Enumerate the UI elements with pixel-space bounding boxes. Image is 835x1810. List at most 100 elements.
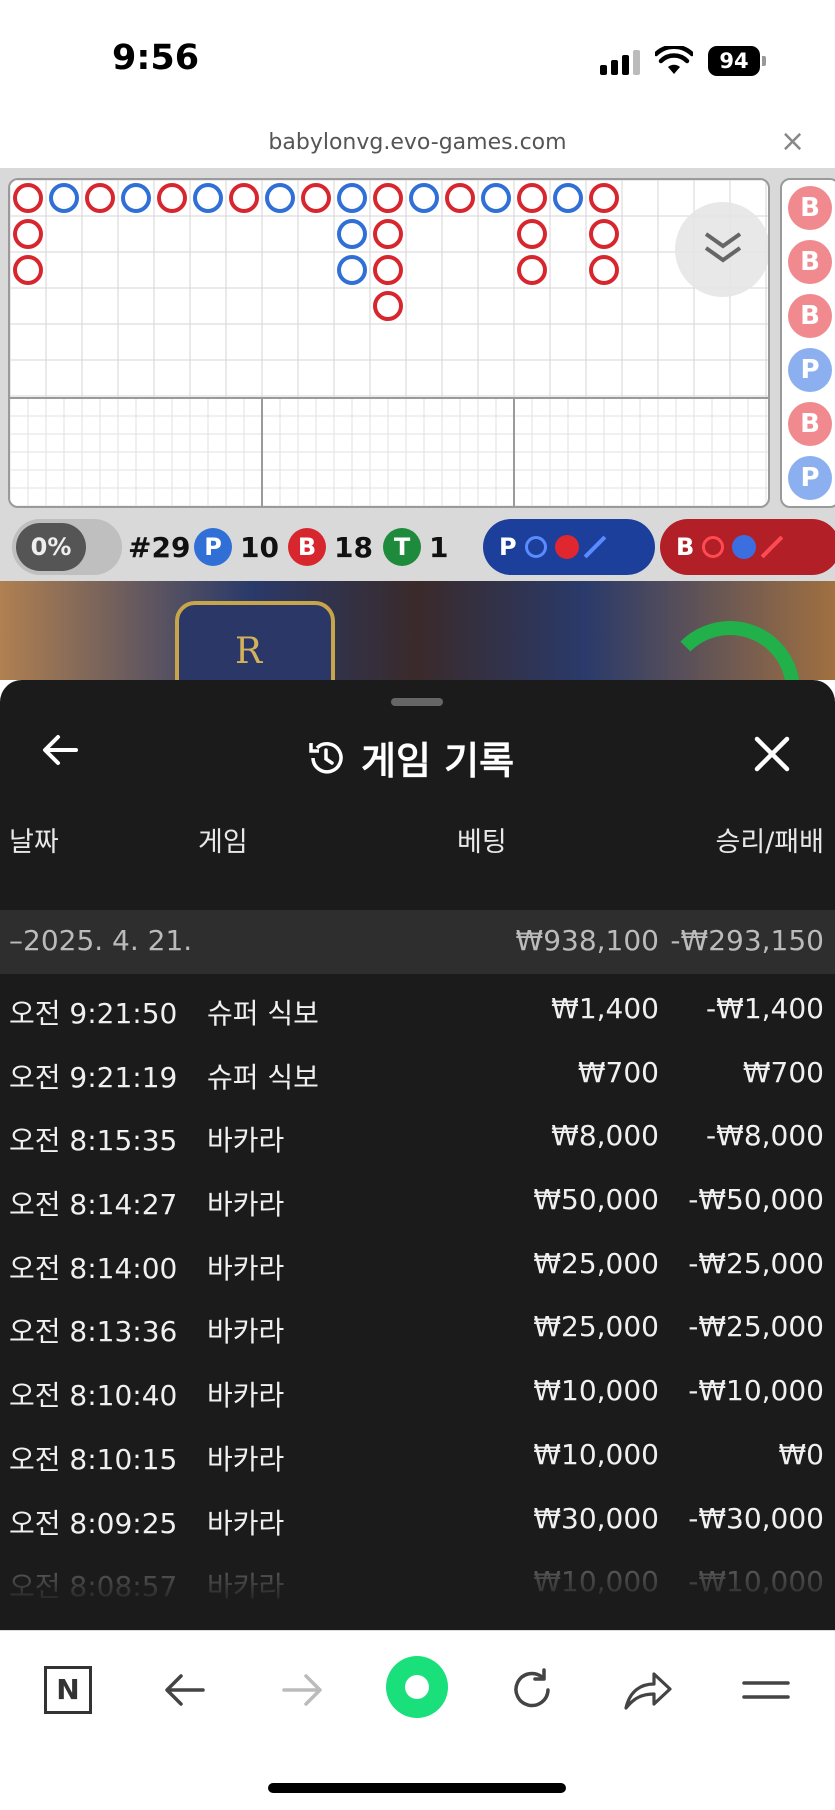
row-bet: ₩700 [577,1055,659,1089]
big-road-mark [373,183,403,213]
wifi-icon [655,46,693,74]
reload-icon [514,1668,550,1708]
row-bet: ₩10,000 [533,1437,659,1471]
chevron-down-icon [704,232,741,263]
back-nav-button[interactable] [160,1661,210,1719]
row-game: 바카라 [207,1315,285,1349]
big-road-mark [445,183,475,213]
player-predict-button[interactable]: P [483,519,655,575]
blue-dot-icon [732,535,757,559]
big-road-mark [589,183,619,213]
history-row[interactable]: 오전 9:21:50 슈퍼 식보 ₩1,400 -₩1,400 [0,978,835,1042]
home-button[interactable] [385,1656,449,1718]
history-row[interactable]: 오전 8:14:27 바카라 ₩50,000 -₩50,000 [0,1169,835,1233]
row-result: -₩10,000 [688,1374,824,1408]
fade-out [0,1540,835,1630]
naver-icon: N [44,1666,92,1714]
back-button[interactable] [40,730,80,780]
col-bet: 베팅 [457,827,507,858]
date-summary-row[interactable]: –2025. 4. 21. ₩938,100 -₩293,150 [0,910,835,974]
row-time: 오전 8:09:25 [9,1506,178,1540]
history-icon [309,741,343,774]
url-text[interactable]: babylonvg.evo-games.com [0,130,835,155]
live-video: R [0,581,835,680]
forward-icon [282,1674,322,1706]
player-predict-label: P [499,533,517,561]
big-road-mark [121,183,151,213]
naver-button[interactable]: N [42,1661,94,1719]
red-dot-icon [554,535,579,559]
close-tab-icon[interactable]: × [780,124,805,159]
big-road-mark [481,183,511,213]
history-row[interactable]: 오전 8:10:40 바카라 ₩10,000 -₩10,000 [0,1360,835,1424]
red-ring-icon [702,536,725,558]
scoreboard-roads [8,178,770,508]
big-road-mark [517,219,547,249]
big-road-mark [553,183,583,213]
row-game: 바카라 [207,1442,285,1476]
share-button[interactable] [622,1661,674,1719]
forward-nav-button[interactable] [277,1661,327,1719]
big-road-mark [229,183,259,213]
banker-predict-label: B [676,533,695,561]
close-button[interactable] [752,724,792,785]
big-road-mark [337,219,367,249]
home-icon [386,1656,448,1718]
big-road-mark [517,183,547,213]
signal-icon [600,50,640,75]
percent-toggle-label: 0% [16,523,86,571]
row-time: 오전 8:15:35 [9,1124,178,1158]
row-result: -₩50,000 [688,1183,824,1217]
percent-toggle[interactable]: 0% [12,519,122,575]
side-road-ball: B [788,402,832,446]
blue-ring-icon [524,536,547,558]
big-road-mark [589,219,619,249]
summary-date: –2025. 4. 21. [9,924,193,957]
history-row[interactable]: 오전 9:21:19 슈퍼 식보 ₩700 ₩700 [0,1042,835,1106]
history-row[interactable]: 오전 8:15:35 바카라 ₩8,000 -₩8,000 [0,1105,835,1169]
big-road-mark [517,255,547,285]
row-time: 오전 8:14:00 [9,1251,178,1285]
banker-predict-button[interactable]: B [660,519,835,575]
red-slash-icon [760,535,784,559]
status-time: 9:56 [112,38,200,78]
row-bet: ₩30,000 [533,1501,659,1535]
row-game: 바카라 [207,1379,285,1413]
status-bar: 9:56 94 [0,0,835,120]
row-game: 바카라 [207,1251,285,1285]
row-time: 오전 8:14:27 [9,1188,178,1222]
history-row[interactable]: 오전 8:10:15 바카라 ₩10,000 ₩0 [0,1424,835,1488]
url-bar[interactable]: babylonvg.evo-games.com × [0,120,835,168]
col-date: 날짜 [9,827,59,858]
row-time: 오전 9:21:19 [9,1060,178,1094]
history-row[interactable]: 오전 8:13:36 바카라 ₩25,000 -₩25,000 [0,1296,835,1360]
col-result: 승리/패배 [715,827,824,858]
side-road-ball: P [788,348,832,392]
row-game: 슈퍼 식보 [207,1060,319,1094]
reload-button[interactable] [507,1661,557,1719]
title-text: 게임 기록 [361,739,515,783]
row-result: -₩25,000 [688,1246,824,1280]
row-game: 바카라 [207,1506,285,1540]
player-count-icon: P [194,528,232,566]
game-history-panel: 게임 기록 날짜 게임 베팅 승리/패배 –2025. 4. 21. ₩938,… [0,680,835,1630]
arrow-left-icon [43,735,78,765]
row-time: 오전 8:10:15 [9,1442,178,1476]
drag-handle[interactable] [391,698,443,706]
side-road: BBBPBP [780,178,835,508]
row-result: ₩700 [742,1055,824,1089]
menu-button[interactable] [740,1661,792,1719]
big-road-mark [337,183,367,213]
summary-bet: ₩938,100 [515,924,659,957]
history-row[interactable]: 오전 8:14:00 바카라 ₩25,000 -₩25,000 [0,1233,835,1297]
tie-count-icon: T [383,528,421,566]
big-road-mark [373,291,403,321]
big-road-mark [13,183,43,213]
big-road-mark [373,219,403,249]
row-time: 오전 8:10:40 [9,1379,178,1413]
big-road-mark [193,183,223,213]
scroll-down-button[interactable] [675,202,768,297]
summary-result: -₩293,150 [670,924,824,957]
back-icon [165,1674,205,1706]
row-result: -₩25,000 [688,1310,824,1344]
